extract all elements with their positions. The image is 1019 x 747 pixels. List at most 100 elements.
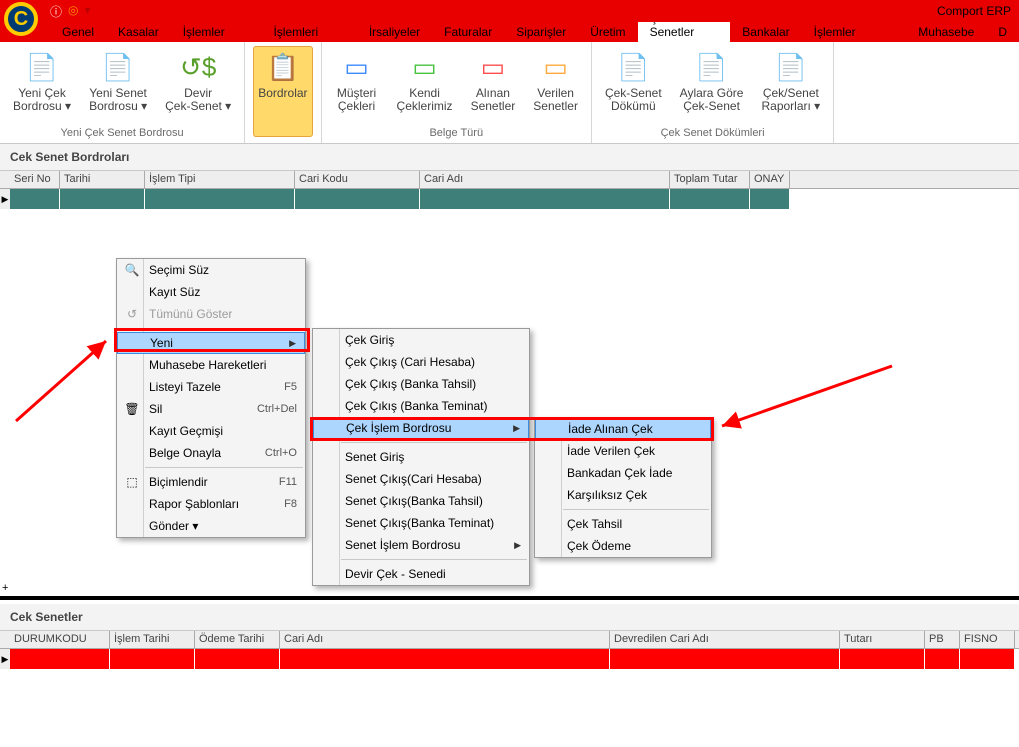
ribbon-button[interactable]: 📄Yeni SenetBordrosu ▾ (84, 46, 152, 125)
cell[interactable] (10, 649, 110, 669)
menu-item[interactable]: ⬚BiçimlendirF11 (117, 471, 305, 493)
ribbon-button[interactable]: 📄Yeni ÇekBordrosu ▾ (8, 46, 76, 125)
menu-item[interactable]: Belge OnaylaCtrl+O (117, 442, 305, 464)
menu-item[interactable]: Çek Çıkış (Banka Tahsil) (313, 373, 529, 395)
ribbon-button[interactable]: ▭VerilenSenetler (528, 46, 583, 125)
ribbon-icon: 📄 (24, 49, 60, 85)
menu-tab[interactable]: Kasalar (106, 22, 171, 42)
ribbon-icon: ↺$ (180, 49, 216, 85)
menu-item-label: Gönder ▾ (143, 519, 297, 533)
menu-item[interactable]: Senet Çıkış(Cari Hesaba) (313, 468, 529, 490)
ribbon-button[interactable]: ▭AlınanSenetler (466, 46, 521, 125)
menu-tab[interactable]: Muhasebe (906, 22, 986, 42)
expand-indicator[interactable]: + (2, 582, 8, 594)
cell[interactable] (960, 649, 1015, 669)
cell[interactable] (840, 649, 925, 669)
ribbon-button[interactable]: 📋Bordrolar (253, 46, 312, 137)
menu-tab[interactable]: Genel (50, 22, 106, 42)
menu-item[interactable]: Çek İşlem Bordrosu▶ (313, 417, 529, 439)
ribbon-button[interactable]: ↺$DevirÇek-Senet ▾ (160, 46, 236, 125)
ribbon-group-title: Çek Senet Dökümleri (600, 125, 825, 141)
menu-item-label: İade Alınan Çek (562, 422, 702, 436)
column-header[interactable]: İşlem Tipi (145, 171, 295, 188)
menu-item[interactable]: Çek Çıkış (Cari Hesaba) (313, 351, 529, 373)
ribbon-button[interactable]: ▭MüşteriÇekleri (330, 46, 384, 125)
cell[interactable] (145, 189, 295, 209)
column-header[interactable]: PB (925, 631, 960, 648)
column-header[interactable]: DURUMKODU (10, 631, 110, 648)
menu-item[interactable]: Kayıt Süz (117, 281, 305, 303)
menu-item[interactable]: İade Alınan Çek (535, 418, 711, 440)
cell[interactable] (295, 189, 420, 209)
ribbon-button[interactable]: 📄Aylara GöreÇek-Senet (675, 46, 749, 125)
menu-item-label: Seçimi Süz (143, 263, 297, 277)
menu-item-label: Bankadan Çek İade (561, 466, 703, 480)
menu-item[interactable]: Çek Tahsil (535, 513, 711, 535)
menu-item[interactable]: İade Verilen Çek (535, 440, 711, 462)
ribbon-button[interactable]: 📄Çek/SenetRaporları ▾ (756, 46, 825, 125)
menu-item[interactable]: Çek Çıkış (Banka Teminat) (313, 395, 529, 417)
menu-item[interactable]: Karşılıksız Çek (535, 484, 711, 506)
cell[interactable] (280, 649, 610, 669)
menu-item[interactable]: Kayıt Geçmişi (117, 420, 305, 442)
menu-item[interactable]: 🔍Seçimi Süz (117, 259, 305, 281)
menu-item[interactable]: Bankadan Çek İade (535, 462, 711, 484)
column-header[interactable]: İşlem Tarihi (110, 631, 195, 648)
menu-tab[interactable]: Bankalar (730, 22, 801, 42)
context-submenu-yeni[interactable]: Çek GirişÇek Çıkış (Cari Hesaba)Çek Çıkı… (312, 328, 530, 586)
cell[interactable] (750, 189, 790, 209)
cell[interactable] (60, 189, 145, 209)
column-header[interactable]: Devredilen Cari Adı (610, 631, 840, 648)
menu-tab[interactable]: D (986, 22, 1019, 42)
menu-item[interactable]: Devir Çek - Senedi (313, 563, 529, 585)
column-header[interactable]: Toplam Tutar (670, 171, 750, 188)
context-menu-main[interactable]: 🔍Seçimi Süz Kayıt Süz ↺Tümünü Göster Yeni▶M… (116, 258, 306, 538)
cell[interactable] (420, 189, 670, 209)
context-submenu-cek-islem[interactable]: İade Alınan Çek İade Verilen Çek Bankadan … (534, 417, 712, 558)
menu-item[interactable]: Muhasebe Hareketleri (117, 354, 305, 376)
menu-tab[interactable]: Üretim (578, 22, 637, 42)
menu-item[interactable]: Listeyi TazeleF5 (117, 376, 305, 398)
ribbon-button[interactable]: ▭KendiÇeklerimiz (392, 46, 458, 125)
menu-item[interactable]: Senet Çıkış(Banka Teminat) (313, 512, 529, 534)
menu-item[interactable]: Çek Giriş (313, 329, 529, 351)
menu-item[interactable]: ↺Tümünü Göster (117, 303, 305, 325)
row-indicator-head (0, 171, 10, 188)
menu-item-label: Kayıt Süz (143, 285, 297, 299)
menu-item-label: İade Verilen Çek (561, 444, 703, 458)
target-icon[interactable]: ◎ (68, 3, 78, 20)
splitter[interactable] (0, 596, 1019, 600)
menu-item[interactable]: Yeni▶ (117, 332, 305, 354)
menu-item[interactable]: Senet Çıkış(Banka Tahsil) (313, 490, 529, 512)
menu-item[interactable]: Senet İşlem Bordrosu▶ (313, 534, 529, 556)
column-header[interactable]: FISNO (960, 631, 1015, 648)
menu-tab[interactable]: İrsaliyeler (357, 22, 432, 42)
cell[interactable] (925, 649, 960, 669)
column-header[interactable]: Cari Adı (420, 171, 670, 188)
cell[interactable] (110, 649, 195, 669)
panel2-row[interactable]: ▶ (0, 649, 1019, 669)
column-header[interactable]: Tutarı (840, 631, 925, 648)
column-header[interactable]: Tarihi (60, 171, 145, 188)
menu-item[interactable]: Senet Giriş (313, 446, 529, 468)
menu-tab[interactable]: Siparişler (504, 22, 578, 42)
panel2-header: DURUMKODUİşlem TarihiÖdeme TarihiCari Ad… (0, 631, 1019, 649)
menu-item[interactable]: Çek Ödeme (535, 535, 711, 557)
column-header[interactable]: Cari Adı (280, 631, 610, 648)
menu-item[interactable]: 🗑SilCtrl+Del (117, 398, 305, 420)
column-header[interactable]: Ödeme Tarihi (195, 631, 280, 648)
panel1-row[interactable]: ▶ (0, 189, 1019, 209)
cell[interactable] (610, 649, 840, 669)
info-icon[interactable]: ⓘ (50, 3, 62, 20)
column-header[interactable]: ONAY (750, 171, 790, 188)
ribbon-button[interactable]: 📄Çek-SenetDökümü (600, 46, 667, 125)
column-header[interactable]: Cari Kodu (295, 171, 420, 188)
column-header[interactable]: Seri No (10, 171, 60, 188)
cell[interactable] (10, 189, 60, 209)
cell[interactable] (670, 189, 750, 209)
menu-item[interactable]: Rapor ŞablonlarıF8 (117, 493, 305, 515)
menu-tab[interactable]: Faturalar (432, 22, 504, 42)
menu-item[interactable]: Gönder ▾ (117, 515, 305, 537)
shield-icon[interactable]: ▾ (85, 3, 91, 20)
cell[interactable] (195, 649, 280, 669)
